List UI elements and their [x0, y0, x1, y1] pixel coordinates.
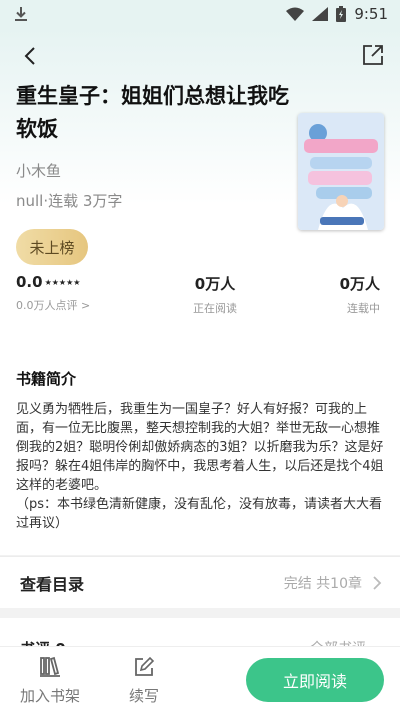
catalog-row[interactable]: 查看目录 完结 共10章: [0, 556, 400, 608]
serial-value: 0万人: [339, 275, 380, 293]
status-time: 9:51: [354, 5, 388, 23]
serial-label: 连载中: [347, 302, 380, 315]
continue-writing-button[interactable]: 续写: [108, 655, 180, 706]
read-now-button[interactable]: 立即阅读: [246, 658, 384, 702]
score-stat[interactable]: 0.0 ★★★★★ 0.0万人点评 >: [16, 273, 90, 313]
continue-writing-label: 续写: [128, 687, 159, 705]
reading-label: 正在阅读: [193, 302, 237, 315]
score-value: 0.0: [16, 273, 43, 291]
book-detail-page: 9:51 重生皇子：姐姐们总想让我吃软饭 小木鱼 null·连载 3万字 未上榜: [0, 0, 400, 711]
book-meta: null·连载 3万字: [16, 192, 123, 210]
chevron-right-icon: [373, 575, 382, 590]
bookshelf-icon: [40, 656, 60, 677]
status-bar: 9:51: [0, 0, 400, 28]
book-title: 重生皇子：姐姐们总想让我吃软饭: [16, 84, 289, 141]
add-to-shelf-label: 加入书架: [19, 687, 80, 705]
book-author[interactable]: 小木鱼: [16, 160, 61, 181]
score-label: 0.0万人点评 >: [16, 299, 91, 312]
reading-value: 0万人: [194, 275, 236, 293]
book-header: 重生皇子：姐姐们总想让我吃软饭 小木鱼 null·连载 3万字 未上榜 0.0 …: [0, 28, 400, 350]
signal-icon: [312, 7, 329, 21]
rating-stars: ★★★★★: [44, 277, 81, 287]
wifi-icon: [286, 7, 305, 21]
back-arrow-icon[interactable]: [16, 42, 44, 70]
edit-icon: [135, 656, 155, 676]
serial-stat: 0万人 连载中: [340, 273, 380, 316]
book-stats: 0.0 ★★★★★ 0.0万人点评 > 0万人 正在阅读 0万人 连载中: [0, 273, 400, 323]
battery-icon: [336, 6, 347, 22]
score-value-row: 0.0 ★★★★★: [16, 273, 90, 291]
intro-title: 书籍简介: [16, 370, 77, 388]
share-icon[interactable]: [360, 42, 386, 68]
add-to-shelf-button[interactable]: 加入书架: [14, 655, 86, 706]
catalog-label: 查看目录: [20, 574, 85, 594]
reading-stat: 0万人 正在阅读: [190, 273, 240, 316]
download-icon: [15, 7, 27, 21]
catalog-status: 完结 共10章: [283, 575, 362, 592]
bottom-action-bar: 加入书架 续写 立即阅读: [0, 646, 400, 711]
book-intro-section: 书籍简介 见义勇为牺牲后，我重生为一国皇子？好人有好报？可我的上面，有一位无比腹…: [0, 350, 400, 555]
book-cover-image: [298, 113, 384, 230]
rank-badge[interactable]: 未上榜: [16, 229, 88, 265]
intro-text[interactable]: 见义勇为牺牲后，我重生为一国皇子？好人有好报？可我的上面，有一位无比腹黑，整天想…: [16, 400, 386, 533]
